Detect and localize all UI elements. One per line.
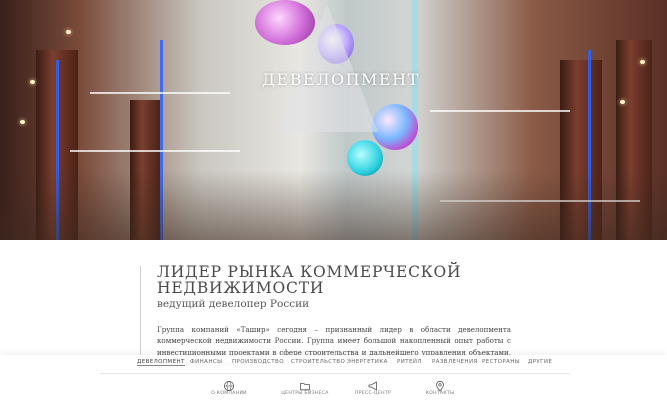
menu-item-construction[interactable]: СТРОИТЕЛЬСТВО (291, 359, 345, 365)
menu-item-other[interactable]: ДРУГИЕ (528, 359, 552, 365)
hero-banner: ДЕВЕЛОПМЕНТ (0, 0, 667, 240)
ceiling-light (66, 30, 71, 34)
tool-about-label: О КОМПАНИИ (211, 391, 247, 396)
ceiling-light (20, 120, 25, 124)
ceiling-light (30, 80, 35, 84)
menu-separator (100, 373, 570, 374)
ceiling-light (640, 60, 645, 64)
tool-business-centers[interactable]: ЦЕНТРЫ БИЗНЕСА (277, 377, 333, 396)
balcony-rail (90, 92, 230, 94)
vertical-divider (140, 266, 141, 356)
tool-about[interactable]: О КОМПАНИИ (201, 377, 257, 396)
location-pin-icon (434, 377, 446, 392)
triangle-logo (276, 4, 378, 132)
folder-icon (299, 377, 311, 391)
menu-item-entertainment[interactable]: РАЗВЛЕЧЕНИЯ (432, 359, 478, 365)
menu-item-finance[interactable]: ФИНАНСЫ (190, 359, 222, 365)
tool-press-center-label: ПРЕСС-ЦЕНТР (355, 391, 391, 396)
tool-contacts-label: КОНТАКТЫ (425, 391, 455, 396)
megaphone-icon (367, 377, 379, 391)
tool-press-center[interactable]: ПРЕСС-ЦЕНТР (345, 377, 401, 396)
bottom-navigation: ДЕВЕЛОПМЕНТ ФИНАНСЫ ПРОИЗВОДСТВО СТРОИТЕ… (0, 355, 667, 403)
menu-item-energy[interactable]: ЭНЕРГЕТИКА (347, 359, 388, 365)
hero-title: ДЕВЕЛОПМЕНТ (262, 70, 420, 89)
ceiling-light (620, 100, 625, 104)
tool-business-centers-label: ЦЕНТРЫ БИЗНЕСА (281, 391, 329, 396)
menu-item-manufacturing[interactable]: ПРОИЗВОДСТВО (232, 359, 284, 365)
menu-item-restaurants[interactable]: РЕСТОРАНЫ (482, 359, 520, 365)
balcony-rail (70, 150, 240, 152)
section-subheading: ведущий девелопер России (157, 298, 310, 310)
section-heading: ЛИДЕР РЫНКА КОММЕРЧЕСКОЙ НЕДВИЖИМОСТИ (157, 263, 462, 297)
balcony-rail (430, 110, 570, 112)
menu-item-retail[interactable]: РИТЕЙЛ (397, 359, 422, 365)
menu-item-development[interactable]: ДЕВЕЛОПМЕНТ (137, 359, 185, 366)
disco-ball (372, 104, 418, 150)
industry-menu: ДЕВЕЛОПМЕНТ ФИНАНСЫ ПРОИЗВОДСТВО СТРОИТЕ… (0, 359, 667, 373)
tool-contacts[interactable]: КОНТАКТЫ (412, 377, 468, 396)
globe-icon (223, 377, 235, 391)
mall-floor (0, 170, 667, 240)
